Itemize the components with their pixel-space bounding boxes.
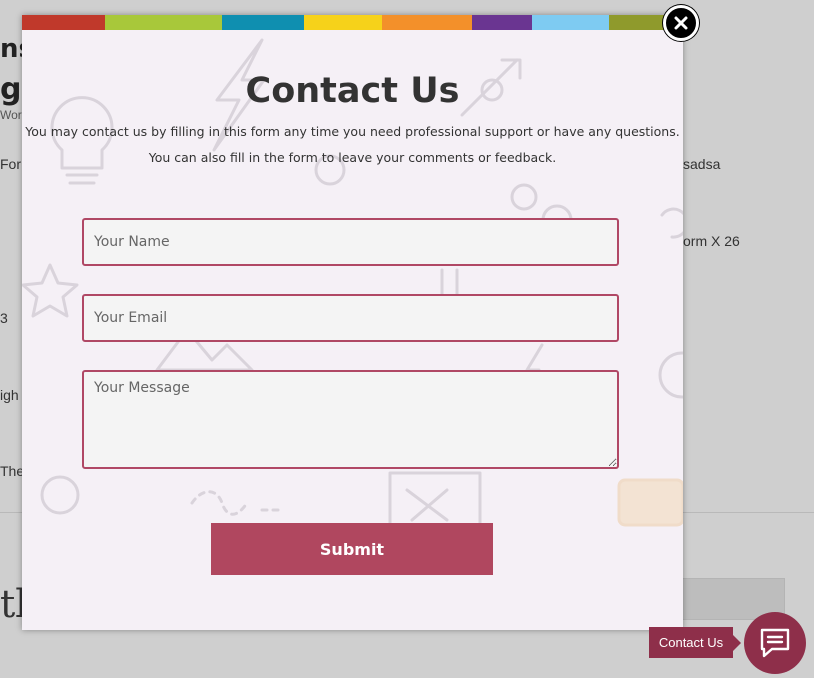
stripe-red [22, 15, 105, 30]
modal-description-line1: You may contact us by filling in this fo… [25, 124, 680, 139]
background-text-3: igh [0, 387, 19, 403]
modal-title: Contact Us [245, 71, 460, 111]
stripe-teal [222, 15, 304, 30]
close-icon [674, 16, 688, 30]
submit-button[interactable]: Submit [211, 523, 493, 575]
contact-us-label-arrow [733, 635, 741, 651]
background-text-1: For [0, 156, 21, 172]
background-title-fragment-2: g [0, 72, 22, 107]
stripe-purple [472, 15, 532, 30]
email-field[interactable] [82, 294, 619, 342]
background-text-right-2: orm X 26 [683, 233, 740, 249]
chat-icon [760, 628, 790, 658]
stripe-orange [382, 15, 472, 30]
modal-description-line2: You can also fill in the form to leave y… [148, 150, 557, 165]
color-stripe-bar [22, 15, 683, 30]
contact-us-widget-label[interactable]: Contact Us [649, 627, 733, 658]
contact-us-widget-button[interactable] [744, 612, 806, 674]
message-field[interactable] [82, 370, 619, 469]
name-field[interactable] [82, 218, 619, 266]
close-button[interactable] [663, 5, 699, 41]
stripe-skyblue [532, 15, 609, 30]
background-text-4: The [0, 463, 25, 479]
background-text-right-1: sadsa [683, 156, 721, 172]
background-subtitle-fragment: Wor [0, 108, 22, 122]
contact-modal: Contact Us You may contact us by filling… [22, 15, 683, 630]
background-text-2: 3 [0, 310, 8, 326]
stripe-yellow [304, 15, 382, 30]
stripe-lime [105, 15, 222, 30]
